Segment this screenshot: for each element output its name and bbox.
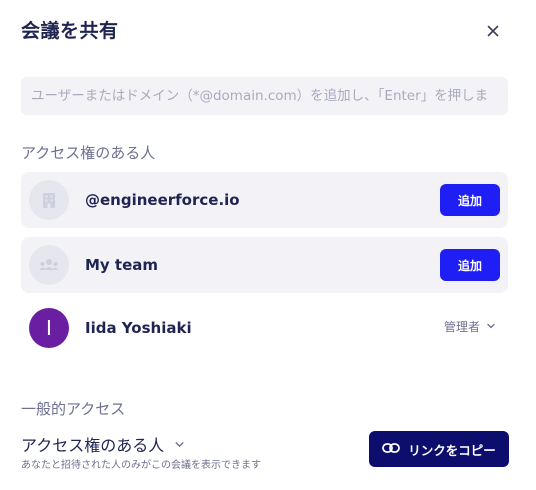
building-icon [29, 180, 69, 220]
share-meeting-dialog: 会議を共有 アクセス権のある人 @engineerforce.io 追加 [0, 0, 536, 490]
member-row-user: I Iida Yoshiaki 管理者 [21, 300, 508, 356]
link-icon [382, 442, 401, 457]
access-section-title: アクセス権のある人 [21, 144, 156, 162]
general-access-dropdown[interactable]: アクセス権のある人 [21, 432, 185, 456]
dialog-title: 会議を共有 [21, 20, 119, 42]
role-label: 管理者 [443, 320, 480, 334]
member-row-domain: @engineerforce.io 追加 [21, 172, 508, 228]
general-access-description: あなたと招待された人のみがこの会議を表示できます [21, 460, 261, 471]
copy-link-label: リンクをコピー [408, 442, 496, 458]
member-name: Iida Yoshiaki [85, 319, 192, 337]
chevron-down-icon [174, 435, 185, 454]
team-icon [29, 245, 69, 285]
invite-search-box [21, 77, 508, 115]
copy-link-button[interactable]: リンクをコピー [369, 431, 509, 467]
role-dropdown[interactable]: 管理者 [444, 318, 496, 335]
general-access-value: アクセス権のある人 [21, 436, 165, 455]
chevron-down-icon [486, 320, 496, 334]
general-access-title: 一般的アクセス [21, 400, 126, 418]
member-row-team: My team 追加 [21, 237, 508, 293]
add-domain-button[interactable]: 追加 [440, 184, 500, 216]
member-name: @engineerforce.io [85, 191, 240, 209]
member-name: My team [85, 256, 159, 274]
close-icon[interactable] [483, 21, 503, 41]
dialog-header: 会議を共有 [21, 16, 509, 46]
avatar: I [29, 308, 69, 348]
invite-search-input[interactable] [31, 88, 498, 104]
add-team-button[interactable]: 追加 [440, 249, 500, 281]
